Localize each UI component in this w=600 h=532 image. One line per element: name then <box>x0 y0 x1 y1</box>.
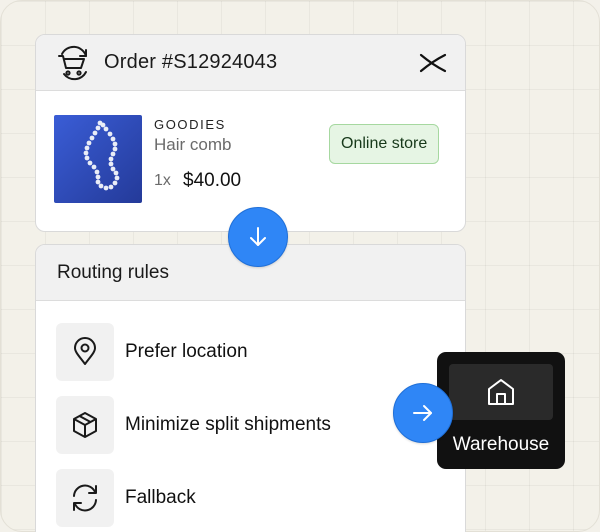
routing-title: Routing rules <box>57 261 169 283</box>
package-icon <box>73 412 97 438</box>
right-arrow-button[interactable] <box>393 383 453 443</box>
rule-label: Prefer location <box>125 341 248 362</box>
routing-rules-card: Routing rules Prefer location Minimize s… <box>35 244 466 532</box>
product-image <box>54 115 142 203</box>
cart-sync-icon <box>58 45 87 80</box>
order-card: Order #S12924043 GOODIES Hair comb 1x $4… <box>35 34 466 232</box>
refresh-icon <box>73 484 97 512</box>
channel-badge: Online store <box>329 124 440 164</box>
rule-label: Minimize split shipments <box>125 414 331 435</box>
product-price: $40.00 <box>183 170 242 191</box>
order-header: Order #S12924043 <box>36 35 465 91</box>
order-title: Order #S12924043 <box>104 51 278 73</box>
arrow-right-icon <box>413 405 432 421</box>
rule-minimize-split[interactable]: Minimize split shipments <box>56 396 331 454</box>
location-pin-icon <box>74 337 96 365</box>
home-icon <box>488 379 514 405</box>
warehouse-card[interactable]: Warehouse <box>437 352 565 469</box>
product-name: Hair comb <box>154 135 232 154</box>
rule-fallback[interactable]: Fallback <box>56 469 196 527</box>
arrow-down-icon <box>250 227 266 246</box>
close-icon[interactable] <box>419 49 447 77</box>
rule-prefer-location[interactable]: Prefer location <box>56 323 248 381</box>
product-quantity: 1x <box>154 172 171 189</box>
warehouse-label: Warehouse <box>452 434 550 455</box>
rule-label: Fallback <box>125 487 196 508</box>
product-brand: GOODIES <box>154 117 226 132</box>
down-arrow-button[interactable] <box>228 207 288 267</box>
